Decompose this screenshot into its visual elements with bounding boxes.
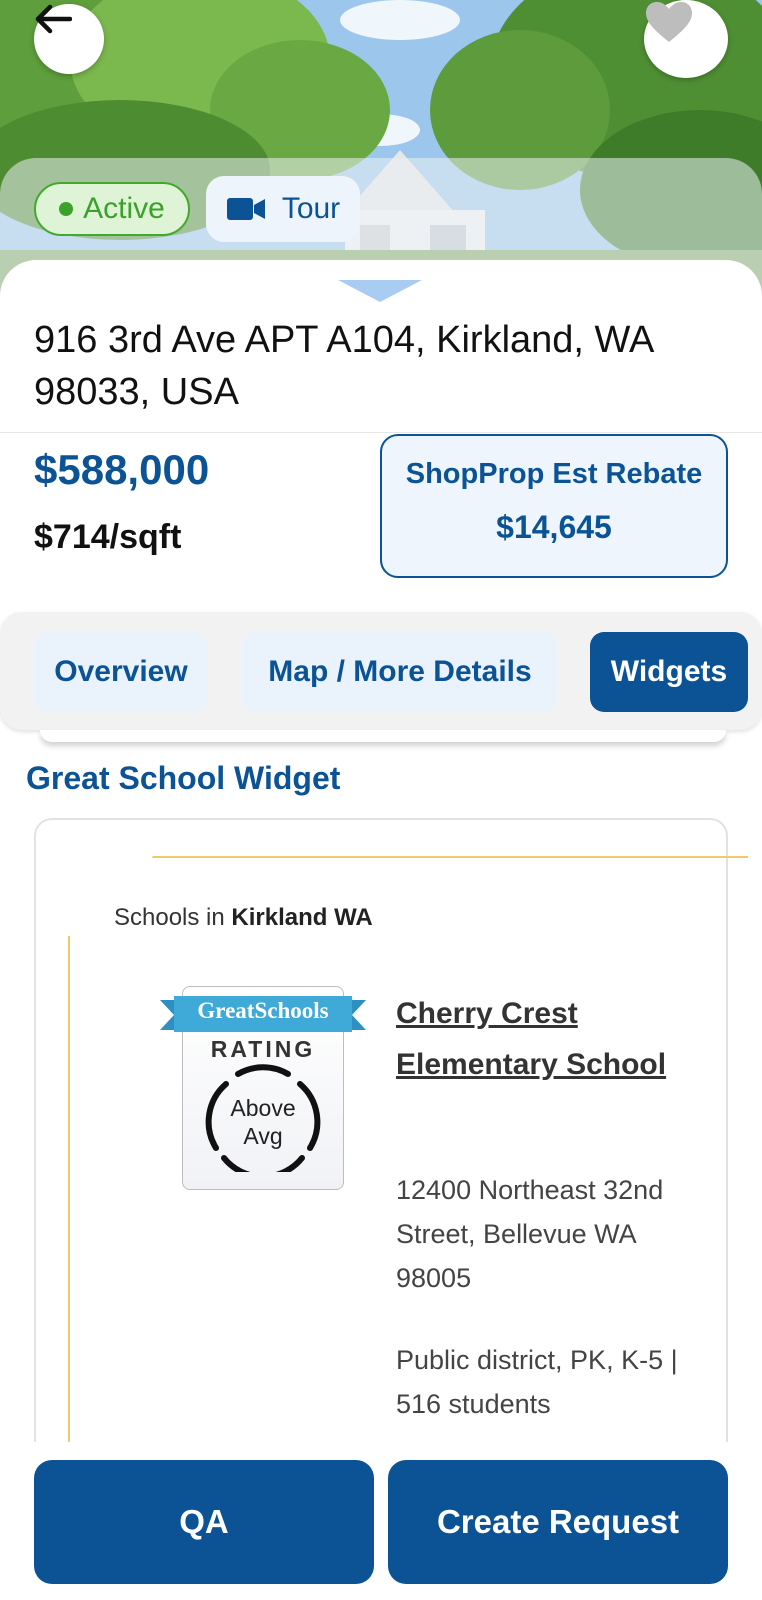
rating-level-line1: Above bbox=[230, 1095, 296, 1121]
widget-accent-line bbox=[152, 856, 748, 858]
rating-level-line2: Avg bbox=[243, 1123, 283, 1149]
rebate-label: ShopProp Est Rebate bbox=[405, 458, 703, 490]
greatschools-brand: GreatSchools bbox=[197, 998, 329, 1023]
schools-in-prefix: Schools in bbox=[114, 904, 232, 931]
school-details: Public district, PK, K-5 | 516 students bbox=[396, 1345, 678, 1419]
section-title: Great School Widget bbox=[26, 760, 341, 796]
create-request-button[interactable]: Create Request bbox=[388, 1460, 728, 1584]
tab-widgets[interactable]: Widgets bbox=[590, 632, 748, 712]
schools-in-location: Kirkland WA bbox=[231, 904, 373, 931]
active-status-badge: Active bbox=[34, 182, 190, 236]
school-name-link[interactable]: Cherry Crest Elementary School bbox=[396, 988, 696, 1090]
schools-location-heading: Schools in Kirkland WA bbox=[114, 904, 373, 932]
widget-accent-line bbox=[68, 936, 70, 1444]
collapse-handle-icon[interactable] bbox=[338, 280, 422, 302]
divider bbox=[0, 432, 762, 433]
tour-label: Tour bbox=[281, 192, 341, 225]
qa-button[interactable]: QA bbox=[34, 1460, 374, 1584]
property-detail-screen: Active Tour 916 3rd Ave APT A104, Kirkla… bbox=[0, 0, 762, 1600]
status-dot-icon bbox=[59, 202, 74, 216]
tab-map-more-details[interactable]: Map / More Details bbox=[242, 632, 558, 712]
rebate-card: ShopProp Est Rebate $14,645 bbox=[380, 434, 728, 578]
school-address: 12400 Northeast 32nd Street, Bellevue WA… bbox=[396, 1175, 664, 1293]
arrow-left-icon bbox=[35, 4, 72, 34]
back-button[interactable] bbox=[34, 4, 104, 74]
active-status-label: Active bbox=[83, 192, 165, 225]
price-per-sqft: $714/sqft bbox=[34, 518, 182, 556]
tab-content-edge bbox=[40, 730, 726, 742]
property-address: 916 3rd Ave APT A104, Kirkland, WA 98033… bbox=[34, 319, 653, 413]
heart-icon bbox=[646, 2, 692, 42]
listing-price: $588,000 bbox=[34, 446, 210, 493]
video-camera-icon bbox=[226, 198, 265, 220]
rating-label: RATING bbox=[210, 1036, 316, 1062]
rebate-value: $14,645 bbox=[496, 509, 612, 545]
tab-overview[interactable]: Overview bbox=[34, 632, 208, 712]
favorite-button[interactable] bbox=[644, 0, 728, 78]
rating-level: Above Avg bbox=[182, 1094, 344, 1150]
tour-button[interactable]: Tour bbox=[206, 176, 360, 242]
